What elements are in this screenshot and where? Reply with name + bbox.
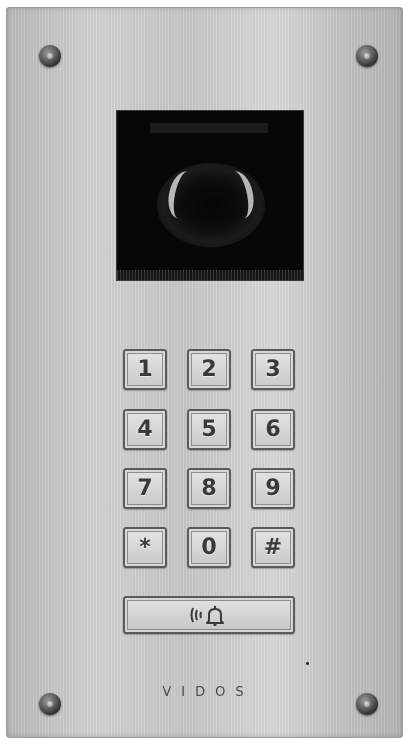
camera-sensor-slot — [150, 123, 268, 133]
nfc-bell-icon — [190, 605, 224, 626]
key-3[interactable]: 3 — [251, 349, 295, 390]
key-5[interactable]: 5 — [187, 409, 231, 450]
key-hash[interactable]: # — [251, 527, 295, 568]
key-7[interactable]: 7 — [123, 468, 167, 509]
key-2[interactable]: 2 — [187, 349, 231, 390]
key-6[interactable]: 6 — [251, 409, 295, 450]
key-8[interactable]: 8 — [187, 468, 231, 509]
screw-top-right — [356, 45, 378, 67]
key-4[interactable]: 4 — [123, 409, 167, 450]
key-1[interactable]: 1 — [123, 349, 167, 390]
screw-top-left — [39, 45, 61, 67]
camera-window — [117, 111, 303, 280]
lens-reflection-left — [164, 168, 202, 222]
status-led — [306, 662, 309, 665]
screw-bottom-left — [39, 693, 61, 715]
camera-lens — [157, 163, 265, 247]
key-9[interactable]: 9 — [251, 468, 295, 509]
key-0[interactable]: 0 — [187, 527, 231, 568]
speaker-grille — [117, 270, 303, 280]
call-button[interactable] — [123, 596, 295, 634]
screw-bottom-right — [356, 693, 378, 715]
lens-reflection-right — [220, 168, 258, 222]
key-star[interactable]: * — [123, 527, 167, 568]
brand-logo: VIDOS — [162, 685, 254, 700]
